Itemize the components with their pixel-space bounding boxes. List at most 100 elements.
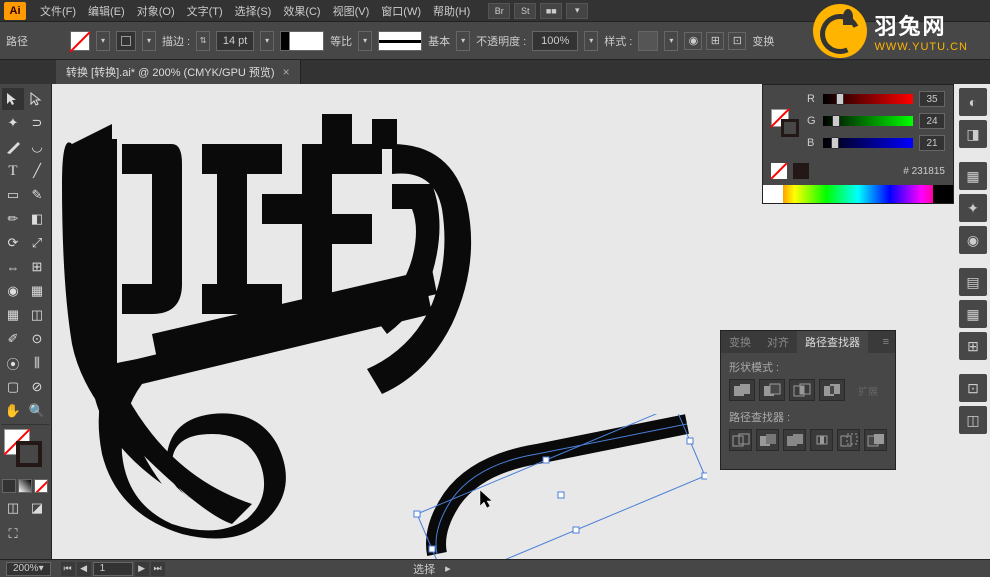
- exclude-button[interactable]: [819, 379, 845, 401]
- current-color-swatch[interactable]: [793, 163, 809, 179]
- artboard-tool[interactable]: ▢: [2, 376, 24, 398]
- tab-pathfinder[interactable]: 路径查找器: [797, 331, 868, 353]
- color-mode-gradient[interactable]: [18, 479, 32, 493]
- color-mode-solid[interactable]: [2, 479, 16, 493]
- shape-builder-tool[interactable]: ◉: [2, 280, 24, 302]
- first-artboard[interactable]: ⏮: [61, 562, 75, 576]
- brush-preview[interactable]: [378, 31, 422, 51]
- rotate-tool[interactable]: ⟳: [2, 232, 24, 254]
- intersect-button[interactable]: [789, 379, 815, 401]
- stock-button[interactable]: St: [514, 3, 536, 19]
- trim-button[interactable]: [756, 429, 779, 451]
- recolor-icon[interactable]: ◉: [684, 32, 702, 50]
- dock-color[interactable]: ◐: [959, 88, 987, 116]
- opacity-input[interactable]: 100%: [532, 31, 578, 51]
- dock-gradient[interactable]: ▦: [959, 300, 987, 328]
- g-slider[interactable]: [823, 116, 913, 126]
- align-icon[interactable]: ⊞: [706, 32, 724, 50]
- opacity-dropdown[interactable]: ▾: [584, 31, 598, 51]
- dock-swatches[interactable]: ▦: [959, 162, 987, 190]
- selection-tool[interactable]: [2, 88, 24, 110]
- status-dropdown[interactable]: ▸: [445, 562, 451, 575]
- r-slider[interactable]: [823, 94, 913, 104]
- color-mode-none[interactable]: [34, 479, 48, 493]
- dock-stroke[interactable]: ▤: [959, 268, 987, 296]
- outline-button[interactable]: [837, 429, 860, 451]
- gradient-tool[interactable]: ◫: [26, 304, 48, 326]
- app-logo[interactable]: Ai: [4, 2, 26, 20]
- menu-select[interactable]: 选择(S): [229, 1, 278, 21]
- color-spectrum[interactable]: [763, 185, 953, 203]
- b-value[interactable]: 21: [919, 135, 945, 151]
- tab-align[interactable]: 对齐: [759, 331, 797, 353]
- color-panel-fill-stroke[interactable]: [771, 109, 801, 139]
- unite-button[interactable]: [729, 379, 755, 401]
- dock-color-guide[interactable]: ◨: [959, 120, 987, 148]
- document-tab[interactable]: 转换 [转换].ai* @ 200% (CMYK/GPU 预览) ×: [56, 60, 301, 84]
- scale-tool[interactable]: ⤢: [26, 232, 48, 254]
- draw-behind[interactable]: ◪: [26, 497, 48, 519]
- divide-button[interactable]: [729, 429, 752, 451]
- tab-close-button[interactable]: ×: [283, 65, 290, 79]
- menu-view[interactable]: 视图(V): [327, 1, 376, 21]
- stroke-profile-preview[interactable]: [280, 31, 324, 51]
- brush-dropdown[interactable]: ▾: [456, 31, 470, 51]
- g-value[interactable]: 24: [919, 113, 945, 129]
- shape-icon[interactable]: ⊡: [728, 32, 746, 50]
- dock-brushes[interactable]: ✦: [959, 194, 987, 222]
- none-swatch[interactable]: [771, 163, 787, 179]
- zoom-field[interactable]: 200% ▾: [6, 562, 51, 576]
- zoom-tool[interactable]: 🔍: [26, 400, 48, 422]
- shaper-tool[interactable]: ✏: [2, 208, 24, 230]
- tab-transform[interactable]: 变换: [721, 331, 759, 353]
- stroke-width-input[interactable]: 14 pt: [216, 31, 254, 51]
- prev-artboard[interactable]: ◀: [77, 562, 91, 576]
- fill-dropdown[interactable]: ▾: [96, 31, 110, 51]
- fill-swatch[interactable]: [70, 31, 90, 51]
- stroke-width-dropdown[interactable]: ▾: [260, 31, 274, 51]
- dock-appearance[interactable]: ⊡: [959, 374, 987, 402]
- rectangle-tool[interactable]: ▭: [2, 184, 24, 206]
- merge-button[interactable]: [783, 429, 806, 451]
- b-slider[interactable]: [823, 138, 913, 148]
- fill-stroke-indicator[interactable]: [2, 429, 46, 473]
- brush-tool[interactable]: ✎: [26, 184, 48, 206]
- hand-tool[interactable]: ✋: [2, 400, 24, 422]
- artboard-number[interactable]: 1: [93, 562, 133, 576]
- minus-front-button[interactable]: [759, 379, 785, 401]
- selected-object[interactable]: [407, 414, 707, 559]
- text-tool[interactable]: T: [2, 160, 24, 182]
- stroke-indicator[interactable]: [16, 441, 42, 467]
- hex-value[interactable]: # 231815: [903, 166, 945, 177]
- magic-wand-tool[interactable]: ✦: [2, 112, 24, 134]
- workspace-dropdown[interactable]: ▾: [566, 3, 588, 19]
- blend-tool[interactable]: ⊙: [26, 328, 48, 350]
- mesh-tool[interactable]: ▦: [2, 304, 24, 326]
- line-tool[interactable]: ╱: [26, 160, 48, 182]
- profile-dropdown[interactable]: ▾: [358, 31, 372, 51]
- draw-mode[interactable]: ◫: [2, 497, 24, 519]
- style-swatch[interactable]: [638, 31, 658, 51]
- r-value[interactable]: 35: [919, 91, 945, 107]
- transform-label[interactable]: 变换: [752, 33, 774, 49]
- graph-tool[interactable]: ⫼: [26, 352, 48, 374]
- lasso-tool[interactable]: ⊃: [26, 112, 48, 134]
- style-dropdown[interactable]: ▾: [664, 31, 678, 51]
- last-artboard[interactable]: ⏭: [151, 562, 165, 576]
- pen-tool[interactable]: [2, 136, 24, 158]
- symbol-sprayer-tool[interactable]: ⦿: [2, 352, 24, 374]
- curvature-tool[interactable]: ◡: [26, 136, 48, 158]
- perspective-tool[interactable]: ▦: [26, 280, 48, 302]
- crop-button[interactable]: [810, 429, 833, 451]
- arrange-button[interactable]: ■■: [540, 3, 562, 19]
- dock-graphic-styles[interactable]: ◫: [959, 406, 987, 434]
- width-tool[interactable]: ⇔: [2, 256, 24, 278]
- bridge-button[interactable]: Br: [488, 3, 510, 19]
- next-artboard[interactable]: ▶: [135, 562, 149, 576]
- expand-button[interactable]: 扩展: [849, 383, 887, 398]
- menu-file[interactable]: 文件(F): [34, 1, 82, 21]
- screen-mode[interactable]: ⛶: [2, 523, 24, 545]
- eraser-tool[interactable]: ◧: [26, 208, 48, 230]
- free-transform-tool[interactable]: ⊞: [26, 256, 48, 278]
- dock-symbols[interactable]: ◉: [959, 226, 987, 254]
